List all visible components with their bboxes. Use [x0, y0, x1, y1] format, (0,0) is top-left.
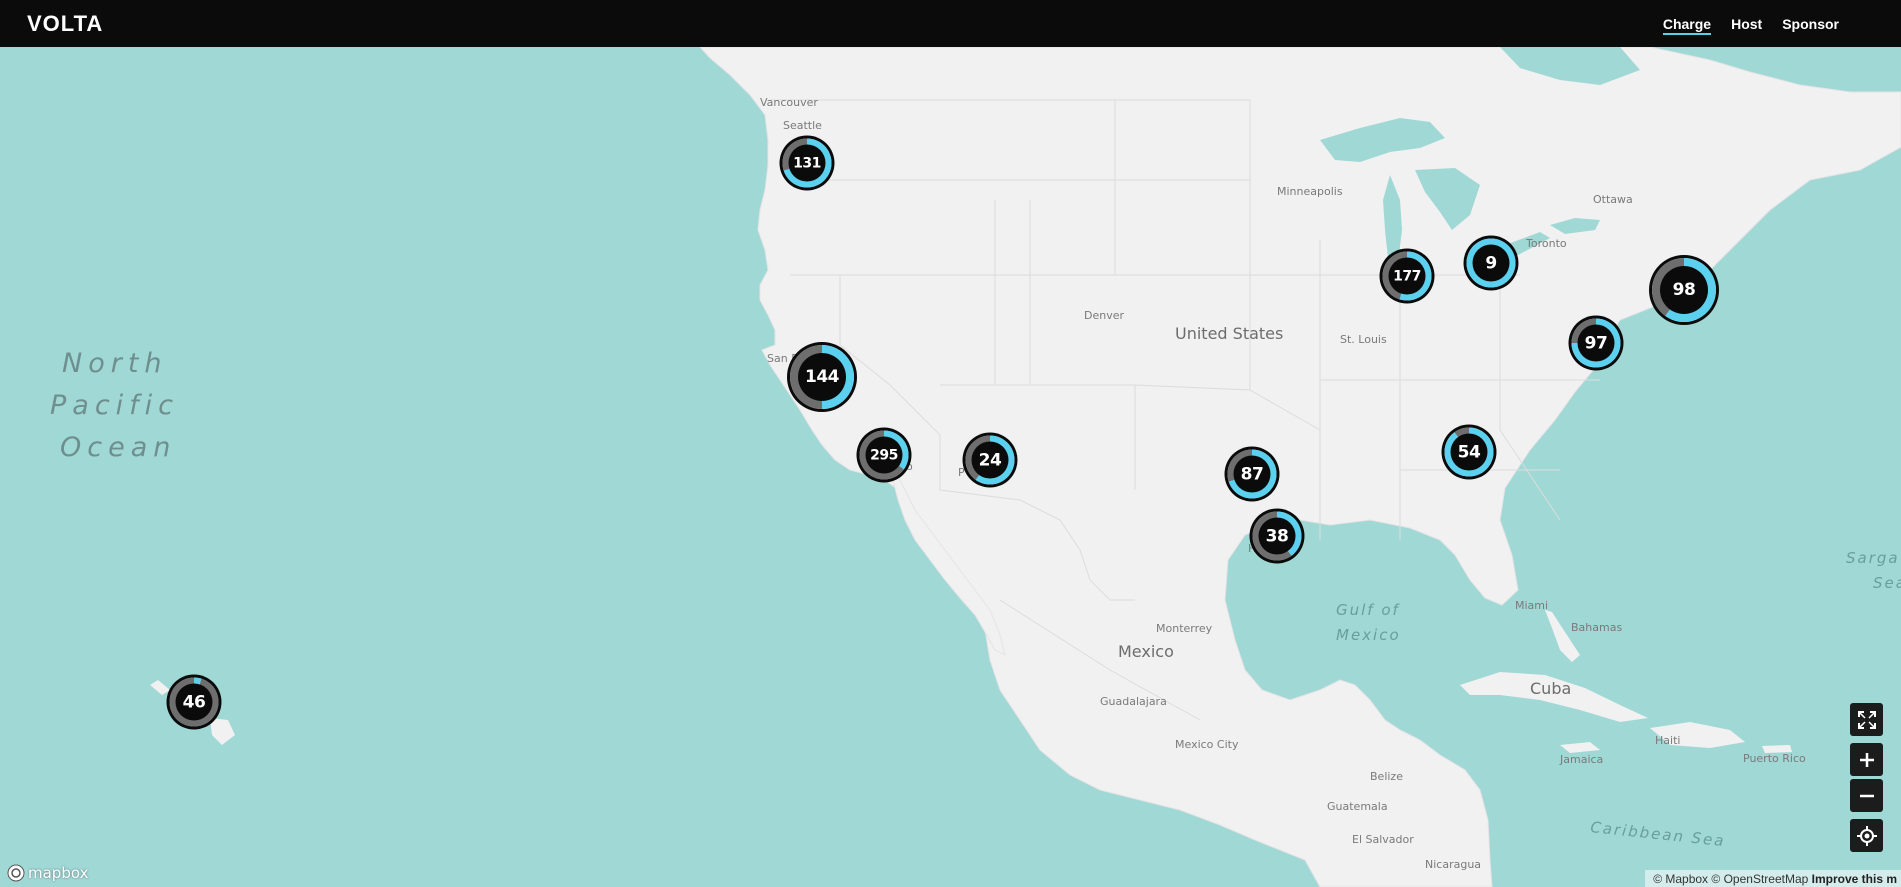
nav-link-charge[interactable]: Charge [1662, 0, 1712, 47]
cluster-count: 295 [870, 447, 898, 463]
label-haiti: Haiti [1655, 734, 1680, 747]
map-canvas[interactable]: Vancouver Seattle Minneapolis Ottawa Tor… [0, 47, 1901, 887]
label-belize: Belize [1370, 770, 1403, 783]
label-miami: Miami [1515, 599, 1548, 612]
mapbox-attribution-link[interactable]: © Mapbox [1653, 872, 1708, 886]
label-mexico-city: Mexico City [1175, 738, 1239, 751]
cluster-center: 38 [1258, 517, 1296, 555]
cluster-marker-houston[interactable]: 38 [1252, 511, 1302, 561]
label-toronto: Toronto [1525, 237, 1567, 250]
cluster-center: 24 [971, 441, 1009, 479]
label-puerto-rico: Puerto Rico [1743, 752, 1806, 765]
fullscreen-button[interactable] [1850, 703, 1883, 736]
cluster-marker-dc[interactable]: 97 [1571, 318, 1621, 368]
label-st-louis: St. Louis [1340, 333, 1387, 346]
label-vancouver: Vancouver [760, 96, 818, 109]
cluster-count: 97 [1584, 333, 1608, 353]
label-guatemala: Guatemala [1327, 800, 1388, 813]
fullscreen-icon [1857, 710, 1876, 729]
label-nicaragua: Nicaragua [1425, 858, 1481, 871]
cluster-center: 177 [1388, 257, 1426, 295]
cluster-count: 46 [182, 692, 206, 712]
osm-attribution-link[interactable]: © OpenStreetMap [1711, 872, 1808, 886]
cluster-marker-chicago[interactable]: 177 [1382, 251, 1432, 301]
cluster-center: 144 [798, 353, 846, 401]
label-monterrey: Monterrey [1156, 622, 1213, 635]
mapbox-wordmark: mapbox [28, 864, 89, 882]
cluster-center: 9 [1472, 244, 1510, 282]
station-map[interactable]: Vancouver Seattle Minneapolis Ottawa Tor… [0, 47, 1901, 887]
label-cuba: Cuba [1530, 679, 1571, 698]
crosshair-icon [1856, 825, 1877, 846]
cluster-count: 38 [1265, 526, 1289, 546]
cluster-marker-seattle[interactable]: 131 [782, 138, 832, 188]
geolocate-button[interactable] [1850, 819, 1883, 852]
label-ocean-line1: North [62, 348, 168, 379]
cluster-center: 131 [788, 144, 826, 182]
label-jamaica: Jamaica [1559, 753, 1603, 766]
cluster-marker-michigan[interactable]: 9 [1466, 238, 1516, 288]
label-minneapolis: Minneapolis [1277, 185, 1343, 198]
cluster-count: 54 [1457, 442, 1481, 462]
mapbox-logo[interactable]: mapbox [7, 863, 88, 883]
cluster-center: 295 [865, 436, 903, 474]
improve-map-link[interactable]: Improve this m [1812, 872, 1897, 886]
cluster-center: 98 [1660, 266, 1708, 314]
nav-link-sponsor[interactable]: Sponsor [1782, 0, 1839, 47]
label-guadalajara: Guadalajara [1100, 695, 1167, 708]
map-attribution: © Mapbox © OpenStreetMap Improve this m [1645, 870, 1901, 887]
label-gulf-line1: Gulf of [1336, 601, 1401, 619]
app-root: VOLTA Charge Host Sponsor Vancouver Seat… [0, 0, 1901, 887]
cluster-center: 97 [1577, 324, 1615, 362]
cluster-count: 87 [1240, 464, 1264, 484]
cluster-marker-bay-area[interactable]: 144 [790, 345, 854, 409]
label-ocean-line3: Ocean [60, 432, 176, 463]
cluster-center: 87 [1233, 455, 1271, 493]
label-united-states: United States [1175, 324, 1283, 343]
nav-link-host[interactable]: Host [1731, 0, 1762, 47]
label-ocean-line2: Pacific [50, 390, 179, 421]
cluster-center: 54 [1450, 433, 1488, 471]
label-el-salvador: El Salvador [1352, 833, 1414, 846]
label-gulf-line2: Mexico [1336, 626, 1401, 644]
label-bahamas: Bahamas [1571, 621, 1622, 634]
label-mexico: Mexico [1118, 642, 1174, 661]
label-sargasso-line2: Sea [1873, 574, 1901, 592]
cluster-count: 131 [793, 155, 821, 171]
label-seattle: Seattle [783, 119, 822, 132]
cluster-count: 24 [978, 450, 1002, 470]
cluster-marker-northeast[interactable]: 98 [1652, 258, 1716, 322]
label-sargasso-line1: Sarga [1846, 549, 1900, 567]
label-ottawa: Ottawa [1593, 193, 1633, 206]
plus-icon [1859, 752, 1874, 767]
svg-text:VOLTA: VOLTA [27, 12, 103, 34]
cluster-count: 144 [805, 367, 840, 387]
label-denver: Denver [1084, 309, 1124, 322]
minus-icon [1859, 794, 1874, 797]
label-phoenix: P [958, 466, 965, 479]
cluster-count: 177 [1393, 268, 1421, 284]
cluster-count: 9 [1485, 253, 1497, 273]
cluster-marker-hawaii[interactable]: 46 [169, 677, 219, 727]
zoom-in-button[interactable] [1850, 743, 1883, 776]
cluster-center: 46 [175, 683, 213, 721]
cluster-marker-atlanta[interactable]: 54 [1444, 427, 1494, 477]
cluster-marker-los-angeles[interactable]: 295 [859, 430, 909, 480]
main-nav: Charge Host Sponsor [1662, 0, 1839, 47]
cluster-count: 98 [1672, 280, 1696, 300]
cluster-marker-phoenix[interactable]: 24 [965, 435, 1015, 485]
mapbox-logo-icon [7, 864, 25, 882]
zoom-out-button[interactable] [1850, 779, 1883, 812]
cluster-marker-dallas[interactable]: 87 [1227, 449, 1277, 499]
top-navbar: VOLTA Charge Host Sponsor [0, 0, 1901, 47]
volta-logo[interactable]: VOLTA [27, 12, 137, 34]
